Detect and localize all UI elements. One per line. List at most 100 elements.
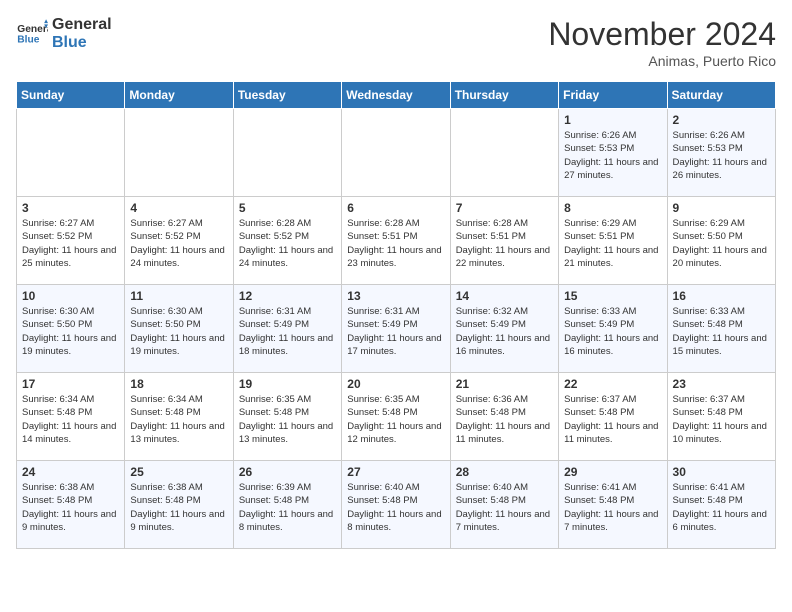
day-info: Sunrise: 6:33 AM Sunset: 5:48 PM Dayligh…	[673, 305, 770, 358]
day-info: Sunrise: 6:27 AM Sunset: 5:52 PM Dayligh…	[130, 217, 227, 270]
title-area: November 2024 Animas, Puerto Rico	[548, 16, 776, 69]
calendar-cell: 1Sunrise: 6:26 AM Sunset: 5:53 PM Daylig…	[559, 109, 667, 197]
day-info: Sunrise: 6:41 AM Sunset: 5:48 PM Dayligh…	[564, 481, 661, 534]
month-title: November 2024	[548, 16, 776, 53]
day-info: Sunrise: 6:38 AM Sunset: 5:48 PM Dayligh…	[22, 481, 119, 534]
logo-general: General	[52, 16, 112, 34]
day-info: Sunrise: 6:35 AM Sunset: 5:48 PM Dayligh…	[239, 393, 336, 446]
day-number: 11	[130, 289, 227, 303]
calendar-cell: 3 Sunrise: 6:27 AM Sunset: 5:52 PM Daylig…	[17, 197, 125, 285]
day-number: 24	[22, 465, 119, 479]
day-header-tuesday: Tuesday	[233, 82, 341, 109]
day-info: Sunrise: 6:26 AM Sunset: 5:53 PM Dayligh…	[564, 129, 661, 182]
calendar-cell: 8 Sunrise: 6:29 AM Sunset: 5:51 PM Daylig…	[559, 197, 667, 285]
day-number: 28	[456, 465, 553, 479]
day-number: 2	[673, 113, 770, 127]
day-number: 13	[347, 289, 444, 303]
calendar-cell: 10Sunrise: 6:30 AM Sunset: 5:50 PM Dayli…	[17, 285, 125, 373]
calendar-cell: 30 Sunrise: 6:41 AM Sunset: 5:48 PM Dayli…	[667, 461, 775, 549]
day-info: Sunrise: 6:32 AM Sunset: 5:49 PM Dayligh…	[456, 305, 553, 358]
calendar-cell: 25 Sunrise: 6:38 AM Sunset: 5:48 PM Dayli…	[125, 461, 233, 549]
day-info: Sunrise: 6:30 AM Sunset: 5:50 PM Dayligh…	[130, 305, 227, 358]
calendar-week-4: 17 Sunrise: 6:34 AM Sunset: 5:48 PM Dayli…	[17, 373, 776, 461]
day-info: Sunrise: 6:41 AM Sunset: 5:48 PM Dayligh…	[673, 481, 770, 534]
day-info: Sunrise: 6:40 AM Sunset: 5:48 PM Dayligh…	[347, 481, 444, 534]
calendar-cell: 22Sunrise: 6:37 AM Sunset: 5:48 PM Dayli…	[559, 373, 667, 461]
calendar-week-3: 10 Sunrise: 6:30 AM Sunset: 5:50 PM Dayli…	[17, 285, 776, 373]
calendar-cell	[17, 109, 125, 197]
calendar-cell: 16 Sunrise: 6:33 AM Sunset: 5:48 PM Dayli…	[667, 285, 775, 373]
day-info: Sunrise: 6:37 AM Sunset: 5:48 PM Dayligh…	[564, 393, 661, 446]
calendar-cell: 14 Sunrise: 6:32 AM Sunset: 5:49 PM Dayli…	[450, 285, 558, 373]
day-info: Sunrise: 6:35 AM Sunset: 5:48 PM Dayligh…	[347, 393, 444, 446]
day-header-thursday: Thursday	[450, 82, 558, 109]
calendar-cell: 4 Sunrise: 6:27 AM Sunset: 5:52 PM Daylig…	[125, 197, 233, 285]
day-info: Sunrise: 6:29 AM Sunset: 5:51 PM Dayligh…	[564, 217, 661, 270]
calendar-cell	[233, 109, 341, 197]
day-header-saturday: Saturday	[667, 82, 775, 109]
day-number: 26	[239, 465, 336, 479]
day-info: Sunrise: 6:28 AM Sunset: 5:52 PM Dayligh…	[239, 217, 336, 270]
day-header-sunday: Sunday	[17, 82, 125, 109]
calendar-cell	[342, 109, 450, 197]
calendar-week-2: 3 Sunrise: 6:27 AM Sunset: 5:52 PM Daylig…	[17, 197, 776, 285]
logo: General Blue General Blue	[16, 16, 112, 51]
day-number: 18	[130, 377, 227, 391]
day-info: Sunrise: 6:34 AM Sunset: 5:48 PM Dayligh…	[130, 393, 227, 446]
day-number: 19	[239, 377, 336, 391]
day-info: Sunrise: 6:34 AM Sunset: 5:48 PM Dayligh…	[22, 393, 119, 446]
calendar-cell: 26 Sunrise: 6:39 AM Sunset: 5:48 PM Dayli…	[233, 461, 341, 549]
calendar-cell: 23Sunrise: 6:37 AM Sunset: 5:48 PM Dayli…	[667, 373, 775, 461]
day-number: 8	[564, 201, 661, 215]
calendar-week-5: 24 Sunrise: 6:38 AM Sunset: 5:48 PM Dayli…	[17, 461, 776, 549]
day-info: Sunrise: 6:29 AM Sunset: 5:50 PM Dayligh…	[673, 217, 770, 270]
calendar-cell	[450, 109, 558, 197]
day-number: 14	[456, 289, 553, 303]
calendar-cell: 2 Sunrise: 6:26 AM Sunset: 5:53 PM Daylig…	[667, 109, 775, 197]
day-number: 27	[347, 465, 444, 479]
day-header-friday: Friday	[559, 82, 667, 109]
calendar-cell: 15 Sunrise: 6:33 AM Sunset: 5:49 PM Dayli…	[559, 285, 667, 373]
page-header: General Blue General Blue November 2024 …	[16, 16, 776, 69]
calendar-week-1: 1Sunrise: 6:26 AM Sunset: 5:53 PM Daylig…	[17, 109, 776, 197]
day-number: 16	[673, 289, 770, 303]
day-number: 6	[347, 201, 444, 215]
calendar-cell: 11 Sunrise: 6:30 AM Sunset: 5:50 PM Dayli…	[125, 285, 233, 373]
day-number: 25	[130, 465, 227, 479]
calendar-cell: 6 Sunrise: 6:28 AM Sunset: 5:51 PM Daylig…	[342, 197, 450, 285]
calendar-header-row: SundayMondayTuesdayWednesdayThursdayFrid…	[17, 82, 776, 109]
day-header-wednesday: Wednesday	[342, 82, 450, 109]
calendar-cell: 29 Sunrise: 6:41 AM Sunset: 5:48 PM Dayli…	[559, 461, 667, 549]
calendar-cell: 20 Sunrise: 6:35 AM Sunset: 5:48 PM Dayli…	[342, 373, 450, 461]
day-number: 17	[22, 377, 119, 391]
day-info: Sunrise: 6:33 AM Sunset: 5:49 PM Dayligh…	[564, 305, 661, 358]
day-info: Sunrise: 6:38 AM Sunset: 5:48 PM Dayligh…	[130, 481, 227, 534]
day-number: 15	[564, 289, 661, 303]
calendar-cell: 5Sunrise: 6:28 AM Sunset: 5:52 PM Daylig…	[233, 197, 341, 285]
day-number: 21	[456, 377, 553, 391]
calendar-cell: 18 Sunrise: 6:34 AM Sunset: 5:48 PM Dayli…	[125, 373, 233, 461]
svg-text:Blue: Blue	[17, 34, 39, 45]
day-number: 30	[673, 465, 770, 479]
logo-blue: Blue	[52, 34, 112, 52]
calendar-cell: 12Sunrise: 6:31 AM Sunset: 5:49 PM Dayli…	[233, 285, 341, 373]
location-subtitle: Animas, Puerto Rico	[548, 53, 776, 69]
day-number: 20	[347, 377, 444, 391]
calendar-cell: 21 Sunrise: 6:36 AM Sunset: 5:48 PM Dayli…	[450, 373, 558, 461]
day-number: 3	[22, 201, 119, 215]
day-info: Sunrise: 6:31 AM Sunset: 5:49 PM Dayligh…	[239, 305, 336, 358]
day-number: 29	[564, 465, 661, 479]
day-number: 23	[673, 377, 770, 391]
calendar-cell: 17 Sunrise: 6:34 AM Sunset: 5:48 PM Dayli…	[17, 373, 125, 461]
calendar-cell: 24 Sunrise: 6:38 AM Sunset: 5:48 PM Dayli…	[17, 461, 125, 549]
calendar-cell: 19 Sunrise: 6:35 AM Sunset: 5:48 PM Dayli…	[233, 373, 341, 461]
day-info: Sunrise: 6:26 AM Sunset: 5:53 PM Dayligh…	[673, 129, 770, 182]
day-info: Sunrise: 6:39 AM Sunset: 5:48 PM Dayligh…	[239, 481, 336, 534]
calendar-cell: 7Sunrise: 6:28 AM Sunset: 5:51 PM Daylig…	[450, 197, 558, 285]
day-info: Sunrise: 6:28 AM Sunset: 5:51 PM Dayligh…	[347, 217, 444, 270]
day-info: Sunrise: 6:28 AM Sunset: 5:51 PM Dayligh…	[456, 217, 553, 270]
day-number: 4	[130, 201, 227, 215]
day-number: 10	[22, 289, 119, 303]
day-info: Sunrise: 6:36 AM Sunset: 5:48 PM Dayligh…	[456, 393, 553, 446]
day-info: Sunrise: 6:27 AM Sunset: 5:52 PM Dayligh…	[22, 217, 119, 270]
